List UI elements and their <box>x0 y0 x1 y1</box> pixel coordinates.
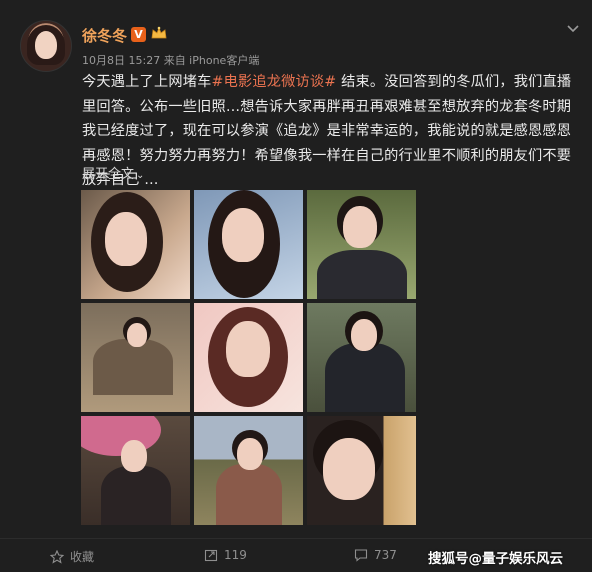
post-meta: 10月8日 15:27 来自 iPhone客户端 <box>82 54 260 67</box>
post-text: 今天遇上了上网堵车#电影追龙微访谈# 结束。没回答到的冬瓜们，我们直播里回答。公… <box>82 70 580 193</box>
favorite-button[interactable]: 收藏 <box>50 548 94 565</box>
hashtag-link[interactable]: #电影追龙微访谈# <box>212 74 337 90</box>
repost-count: 119 <box>224 548 247 562</box>
photo-3[interactable] <box>307 190 416 299</box>
comment-icon <box>354 549 368 562</box>
expand-label: 展开全文 <box>82 167 135 182</box>
comment-button[interactable]: 737 <box>354 548 397 562</box>
footer-divider <box>0 538 592 539</box>
photo-4[interactable] <box>81 303 190 412</box>
favorite-label: 收藏 <box>70 550 95 564</box>
photo-6[interactable] <box>307 303 416 412</box>
chevron-down-icon[interactable] <box>566 22 580 36</box>
crown-icon <box>151 26 167 39</box>
expand-full-text[interactable]: 展开全文 ⌄ <box>82 163 144 182</box>
repost-icon <box>204 549 218 562</box>
avatar[interactable] <box>20 20 72 72</box>
star-icon <box>50 549 64 564</box>
photo-2[interactable] <box>194 190 303 299</box>
weibo-post-card: 徐冬冬 V 10月8日 15:27 来自 iPhone客户端 今天遇上了上网堵车… <box>0 0 592 572</box>
username[interactable]: 徐冬冬 <box>82 25 127 46</box>
post-text-before: 今天遇上了上网堵车 <box>82 74 212 90</box>
verified-badge: V <box>131 27 146 42</box>
photo-5[interactable] <box>194 303 303 412</box>
repost-button[interactable]: 119 <box>204 548 247 562</box>
photo-9[interactable] <box>307 416 416 525</box>
photo-8[interactable] <box>194 416 303 525</box>
watermark: 搜狐号@量子娱乐风云 <box>428 551 563 567</box>
photo-7[interactable] <box>81 416 190 525</box>
post-text-after: 结束。没回答到的冬瓜们，我们直播里回答。公布一些旧照…想告诉大家再胖再丑再艰难甚… <box>82 74 572 188</box>
expand-arrow-icon: ⌄ <box>136 170 145 181</box>
comment-count: 737 <box>374 548 397 562</box>
photo-1[interactable] <box>81 190 190 299</box>
